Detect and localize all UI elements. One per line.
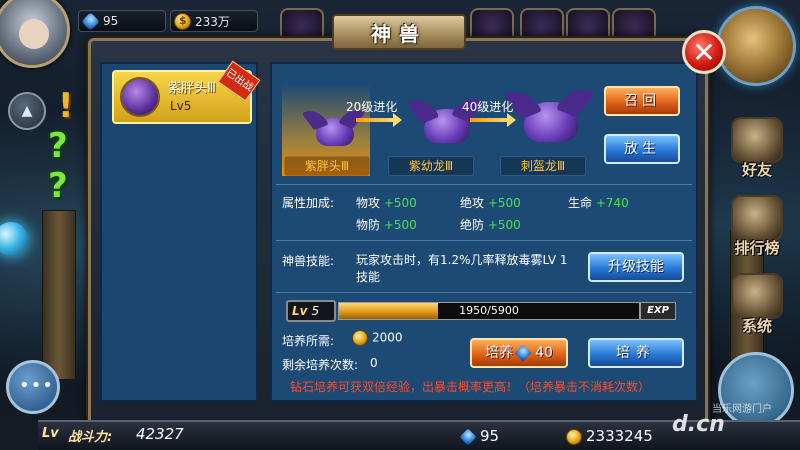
evolution-arrow (356, 113, 402, 127)
level-prefix: Lv (292, 304, 308, 318)
training-cost-label: 培养所需: (282, 334, 335, 348)
evolution-stage-label[interactable]: 紫幼龙Ⅲ (388, 156, 474, 176)
bottom-gold-counter: 2333245 (566, 427, 653, 445)
dragon-stage-3-image (524, 102, 578, 142)
skill-label: 神兽技能: (282, 254, 335, 268)
coin-icon (174, 13, 191, 30)
background-pillar (42, 210, 76, 380)
recall-button[interactable]: 召回 (604, 86, 680, 116)
gold-counter: 233万 (170, 10, 258, 32)
trophy-icon (731, 195, 783, 241)
attribute-item: 绝攻 +500 (460, 194, 521, 211)
attribute-value: +740 (595, 196, 629, 210)
level-box: Lv 5 (286, 300, 336, 322)
evolution-stage-label[interactable]: 紫胖头Ⅲ (284, 156, 370, 176)
attribute-value: +500 (487, 196, 521, 210)
ranking-button[interactable]: 排行榜 (722, 186, 792, 258)
exp-tag: EXP (640, 302, 676, 320)
remaining-count: 0 (370, 356, 378, 370)
friends-button[interactable]: 好友 (722, 108, 792, 180)
gem-train-button[interactable]: 培养 40 (470, 338, 568, 368)
attribute-value: +500 (383, 196, 417, 210)
attributes-label: 属性加成: (282, 196, 335, 210)
level-progress: Lv 5 1950/5900 EXP (286, 300, 678, 322)
coin-icon (566, 428, 582, 445)
evolution-arrow-label: 20级进化 (346, 100, 398, 114)
action-button[interactable] (718, 352, 794, 428)
attribute-item: 生命 +740 (568, 194, 629, 211)
release-button[interactable]: 放生 (604, 134, 680, 164)
gem-counter: 95 (78, 10, 166, 32)
pet-name: 紫胖头Ⅲ (168, 81, 216, 96)
skill-description: 玩家攻击时，有1.2%几率释放毒雾LV 1技能 (356, 253, 568, 284)
gem-train-label: 培养 (485, 345, 514, 361)
exp-text: 1950/5900 (459, 304, 519, 317)
gem-count: 95 (103, 14, 119, 28)
pet-portrait (120, 77, 160, 117)
exclamation-icon[interactable]: ! (58, 86, 74, 126)
training-notice: 钻石培养可获双倍经验，出暴击概率更高！（培养暴击不消耗次数） (290, 380, 651, 394)
question-mark-icon[interactable]: ? (48, 166, 68, 206)
system-label: 系统 (741, 317, 772, 335)
power-label: 战斗力: (68, 430, 113, 445)
power-value: 42327 (136, 425, 184, 443)
divider (276, 240, 692, 241)
attribute-name: 绝防 (460, 218, 485, 232)
attribute-name: 绝攻 (460, 196, 485, 210)
attribute-value: +500 (383, 218, 417, 232)
coin-icon (352, 330, 368, 346)
divider (276, 184, 692, 185)
close-icon: ✕ (692, 35, 716, 69)
bottom-gold-count: 2333245 (586, 427, 653, 445)
bottom-gem-count: 95 (480, 427, 500, 445)
close-button[interactable]: ✕ (682, 30, 726, 74)
training-cost-value: 2000 (372, 330, 403, 345)
upgrade-skill-button[interactable]: 升级技能 (588, 252, 684, 282)
friends-label: 好友 (741, 161, 772, 179)
map-button[interactable] (716, 6, 796, 86)
divider (276, 292, 692, 293)
chat-button[interactable] (6, 360, 60, 414)
triangle-up-icon: ▲ (21, 103, 33, 119)
gem-icon (459, 428, 477, 445)
system-button[interactable]: 系统 (722, 264, 792, 336)
gem-icon (81, 12, 100, 31)
remaining-label: 剩余培养次数: (282, 358, 359, 372)
attribute-name: 物攻 (356, 196, 381, 210)
evolution-arrow (470, 113, 516, 127)
attribute-item: 物攻 +500 (356, 194, 417, 211)
ranking-label: 排行榜 (734, 239, 780, 257)
gold-count: 233万 (195, 14, 230, 29)
attribute-name: 物防 (356, 218, 381, 232)
evolution-arrow-label: 40级进化 (462, 100, 514, 114)
training-cost: 2000 (352, 330, 403, 346)
dragon-stage-1-image (316, 118, 354, 146)
watermark-logo: d.cn (672, 412, 725, 437)
exp-bar: 1950/5900 (338, 302, 640, 320)
attribute-value: +500 (487, 218, 521, 232)
attribute-name: 生命 (568, 196, 593, 210)
question-mark-icon[interactable]: ? (48, 126, 68, 166)
avatar-face (19, 19, 49, 49)
gear-icon (731, 273, 783, 319)
scroll-up-button[interactable]: ▲ (8, 92, 46, 130)
attribute-item: 物防 +500 (356, 216, 417, 233)
evolution-stage-label[interactable]: 刺盔龙Ⅲ (500, 156, 586, 176)
gem-train-cost: 40 (535, 345, 553, 361)
panel-title: 神兽 (332, 14, 466, 50)
player-level-tag: Lv (42, 426, 59, 441)
train-button[interactable]: 培养 (588, 338, 684, 368)
bottom-gem-counter: 95 (458, 427, 499, 445)
mug-icon (731, 117, 783, 163)
pet-level: Lv5 (170, 99, 192, 113)
attribute-item: 绝防 +500 (460, 216, 521, 233)
level-number: 5 (311, 304, 320, 318)
gem-icon (514, 344, 532, 362)
